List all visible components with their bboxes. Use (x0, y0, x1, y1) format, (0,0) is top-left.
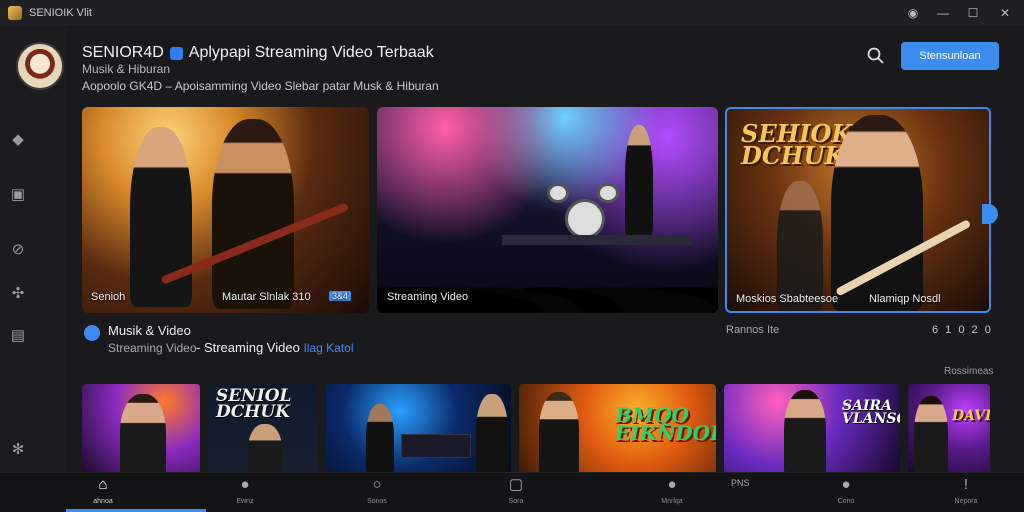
square-icon: ▢ (508, 476, 524, 493)
artist-figure (212, 119, 294, 309)
nav-alerts[interactable]: ! Nepora (946, 475, 986, 506)
maximize-button[interactable]: ☐ (958, 0, 988, 26)
hero-label: Streaming Video (387, 291, 469, 303)
artist-figure (120, 394, 166, 474)
artist-figure (248, 424, 282, 474)
verified-icon (169, 46, 183, 60)
nav-search[interactable]: ○ Sonos (357, 475, 397, 506)
avatar[interactable] (16, 42, 64, 90)
artist-figure (914, 396, 948, 474)
hero-label: Moskios Sbabteesoe (736, 293, 839, 305)
bookmark-icon[interactable]: ▣ (9, 185, 27, 203)
artist-figure (625, 125, 653, 235)
video-thumbnail[interactable]: SENIOL DCHUK (208, 384, 318, 474)
artist-figure (777, 181, 823, 311)
section-counter: 6 1 0 2 0 (932, 324, 993, 336)
hero-card-1[interactable]: Senioh Mautar Slnlak 310 3&4 (82, 107, 369, 313)
stage-shape (502, 235, 692, 245)
artist-figure (476, 394, 508, 474)
page-tagline: Aopoolo GK4D – Apoisamming Video Slebar … (82, 79, 439, 93)
settings-icon[interactable]: ✻ (9, 440, 27, 458)
nav-label: Ewnz (236, 498, 254, 505)
search-icon[interactable] (866, 46, 886, 66)
artist-figure (539, 392, 579, 474)
section-subtitle-text: - Streaming Video (196, 340, 300, 355)
thumb-overlay-text: BMQO EIKNDOR (615, 403, 716, 445)
nav-label: Sora (508, 498, 524, 505)
search-icon: ○ (372, 475, 382, 493)
user-icon: ● (841, 475, 851, 493)
drum-shape (547, 183, 569, 203)
minimize-button[interactable]: — (928, 0, 958, 26)
nav-misc-label: PNS (731, 478, 750, 488)
drum-shape (565, 199, 605, 239)
page-title-tail: Aplypapi Streaming Video Terbaak (188, 44, 434, 61)
nav-home[interactable]: ⌂ ahnoa (83, 475, 123, 506)
thumb-overlay-text: SENIOL DCHUK (216, 386, 292, 422)
video-thumbnail[interactable]: BMQO EIKNDOR (519, 384, 716, 474)
artist-figure (831, 115, 923, 311)
app-menu-icon[interactable]: ◉ (898, 0, 928, 26)
person-icon: ● (240, 475, 250, 493)
video-thumbnail[interactable]: DAVI (908, 384, 990, 474)
keyboard-shape (401, 434, 471, 458)
section-title: Musik & Video (108, 323, 191, 338)
hero-label-2: Mautar Slnlak 310 (222, 291, 311, 303)
thumb-overlay-text: DAVI (952, 408, 990, 424)
artist-figure (784, 390, 826, 474)
puzzle-icon[interactable]: ✣ (9, 284, 27, 302)
hero-label-2: Nlamiqp Nosdl (869, 293, 941, 305)
slash-icon[interactable]: ⊘ (9, 240, 27, 258)
thumb-overlay-text: SAIRA VLANSOUR (842, 398, 900, 427)
nav-label: Nepora (954, 498, 978, 505)
page-subtitle: Musik & Hiburan (82, 62, 171, 76)
window-title: SENIOIK Vlit (29, 7, 92, 19)
nav-label: Sonos (367, 498, 387, 505)
nav-user[interactable]: ● Cono (826, 475, 866, 506)
chat-icon[interactable]: ◆ (9, 130, 27, 148)
nav-profile[interactable]: ● Mnrlqa (652, 475, 692, 506)
video-thumbnail[interactable] (326, 384, 511, 474)
hero-overlay-text: SEHIOK DCHUK (741, 119, 853, 170)
hero-label: Senioh (91, 291, 126, 303)
artist-figure (366, 404, 394, 474)
crowd-silhouette (377, 253, 718, 313)
home-icon: ⌂ (98, 475, 108, 493)
sidebar: ◆ ▣ ⊘ ✣ ▤ ✻ (0, 26, 66, 472)
section-subtitle: Streaming Video (108, 341, 197, 355)
alert-icon: ! (963, 475, 969, 493)
primary-button[interactable]: Stensunloan (901, 42, 999, 70)
nav-label: Mnrlqa (661, 498, 683, 505)
hero-tag: 3&4 (329, 291, 352, 301)
close-button[interactable]: ✕ (990, 0, 1020, 26)
nav-label: ahnoa (93, 498, 113, 505)
section-right-label[interactable]: Rannos Ite (726, 324, 779, 336)
section-link[interactable]: Ilag Katol (303, 341, 353, 355)
brand-name: SENIOR4D (82, 44, 164, 61)
nav-people[interactable]: ● Ewnz (225, 475, 265, 506)
drum-shape (597, 183, 619, 203)
list-icon[interactable]: ▤ (9, 326, 27, 344)
app-logo-icon (8, 6, 22, 20)
profile-icon: ● (667, 475, 677, 493)
hero-card-3[interactable]: SEHIOK DCHUK Moskios Sbabteesoe Nlamiqp … (725, 107, 991, 313)
section-more-link[interactable]: Rossimeas (944, 366, 993, 377)
video-thumbnail[interactable] (82, 384, 200, 474)
nav-label: Cono (837, 498, 855, 505)
music-icon (84, 325, 100, 341)
carousel-next-button[interactable] (982, 204, 998, 224)
hero-card-2[interactable]: Streaming Video (377, 107, 718, 313)
nav-library[interactable]: ▢ Sora (496, 476, 536, 505)
title-bar: SENIOIK Vlit (0, 0, 1024, 26)
video-thumbnail[interactable]: SAIRA VLANSOUR (724, 384, 900, 474)
page-title: SENIOR4D Aplypapi Streaming Video Terbaa… (82, 44, 434, 62)
section-subtitle-2: - Streaming Video Ilag Katol (196, 340, 354, 355)
